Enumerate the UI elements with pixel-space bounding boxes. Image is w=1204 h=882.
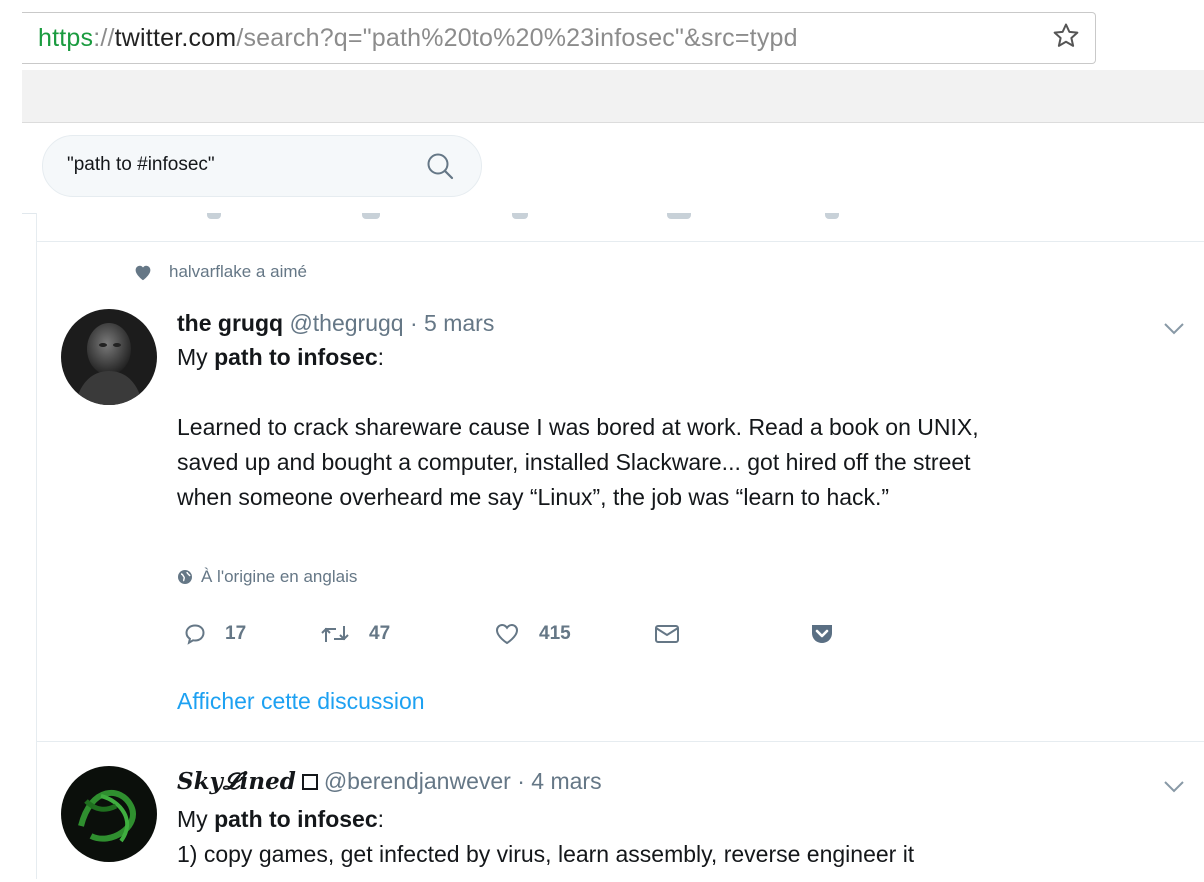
timeline: halvarflake a aimé the grugq @thegrugq ·: [36, 213, 1204, 882]
screenname[interactable]: @thegrugq: [289, 310, 403, 336]
star-icon[interactable]: [1051, 21, 1081, 51]
ghost-more-icon: [825, 213, 839, 219]
social-context: halvarflake a aimé: [133, 262, 307, 282]
avatar[interactable]: [61, 309, 157, 405]
context-text[interactable]: halvarflake a aimé: [169, 262, 307, 282]
show-thread-link[interactable]: Afficher cette discussion: [177, 688, 425, 715]
like-count: 415: [539, 623, 571, 644]
url-path: /search?q="path%20to%20%23infosec"&src=t…: [236, 24, 798, 52]
tweet-text-line: saved up and bought a computer, installe…: [177, 449, 971, 475]
ghost-retweet-icon: [362, 213, 380, 219]
like-button[interactable]: 415: [493, 622, 571, 646]
heart-icon: [495, 623, 519, 645]
ghost-message-icon: [667, 213, 691, 219]
reply-count: 17: [225, 623, 247, 644]
tweet[interactable]: halvarflake a aimé the grugq @thegrugq ·: [37, 242, 1204, 742]
url-text[interactable]: https://twitter.com/search?q="path%20to%…: [38, 24, 798, 53]
separator-dot: ·: [403, 310, 425, 336]
window-edge: [0, 0, 22, 879]
tweet-header: 𝑺𝒌𝒚𝓛𝒊𝒏𝒆𝒅 @berendjanwever · 4 mars: [177, 768, 602, 795]
retweet-count: 47: [369, 623, 391, 644]
avatar[interactable]: [61, 766, 157, 862]
heart-icon: [135, 265, 151, 281]
tweet-text: My path to infosec: Learned to crack sha…: [177, 340, 1187, 515]
tweet-text-line: when someone overheard me say “Linux”, t…: [177, 484, 890, 510]
highlighted-query: path to infosec: [214, 344, 378, 370]
tweet[interactable]: 𝑺𝒌𝒚𝓛𝒊𝒏𝒆𝒅 @berendjanwever · 4 mars My path…: [37, 742, 1204, 882]
highlighted-query: path to infosec: [214, 806, 378, 832]
pocket-button[interactable]: [809, 622, 853, 646]
chevron-down-icon[interactable]: [1163, 780, 1185, 794]
square-symbol: [301, 774, 318, 790]
url-host: twitter.com: [114, 24, 237, 52]
chevron-down-icon[interactable]: [1163, 322, 1185, 336]
translation-note[interactable]: À l'origine en anglais: [177, 567, 357, 587]
screenname[interactable]: @berendjanwever: [324, 768, 511, 794]
tweet-intro: My path to infosec:: [177, 344, 385, 370]
timestamp[interactable]: 4 mars: [531, 768, 601, 794]
browser-toolbar: [22, 70, 1204, 123]
previous-tweet-actions: [37, 213, 1204, 242]
url-scheme: https: [38, 24, 94, 52]
ghost-like-icon: [512, 213, 528, 219]
direct-message-button[interactable]: [653, 622, 699, 646]
fullname[interactable]: the grugq: [177, 310, 283, 336]
tweet-intro: My path to infosec:: [177, 806, 385, 832]
search-input[interactable]: [67, 154, 407, 176]
globe-icon: [178, 570, 192, 584]
separator-dot: ·: [510, 768, 532, 794]
search-box[interactable]: [42, 135, 482, 197]
tweet-header: the grugq @thegrugq · 5 mars: [177, 310, 494, 337]
tweet-text-line: 1) copy games, get infected by virus, le…: [177, 841, 915, 867]
tweet-text: My path to infosec: 1) copy games, get i…: [177, 802, 1187, 872]
fullname[interactable]: 𝑺𝒌𝒚𝓛𝒊𝒏𝒆𝒅: [177, 768, 296, 795]
retweet-button[interactable]: 47: [319, 622, 390, 646]
ghost-reply-icon: [207, 213, 221, 219]
address-bar[interactable]: https://twitter.com/search?q="path%20to%…: [22, 12, 1096, 64]
tweet-text-line: Learned to crack shareware cause I was b…: [177, 414, 979, 440]
avatar-image: [61, 766, 157, 862]
translation-text[interactable]: À l'origine en anglais: [201, 567, 357, 587]
avatar-image: [61, 309, 157, 405]
pocket-icon: [812, 625, 832, 643]
timestamp[interactable]: 5 mars: [424, 310, 494, 336]
reply-button[interactable]: 17: [183, 622, 246, 646]
search-icon[interactable]: [425, 151, 455, 181]
reply-icon: [185, 624, 205, 645]
url-separator: ://: [93, 24, 115, 52]
envelope-icon: [655, 625, 679, 643]
retweet-icon: [321, 626, 349, 642]
